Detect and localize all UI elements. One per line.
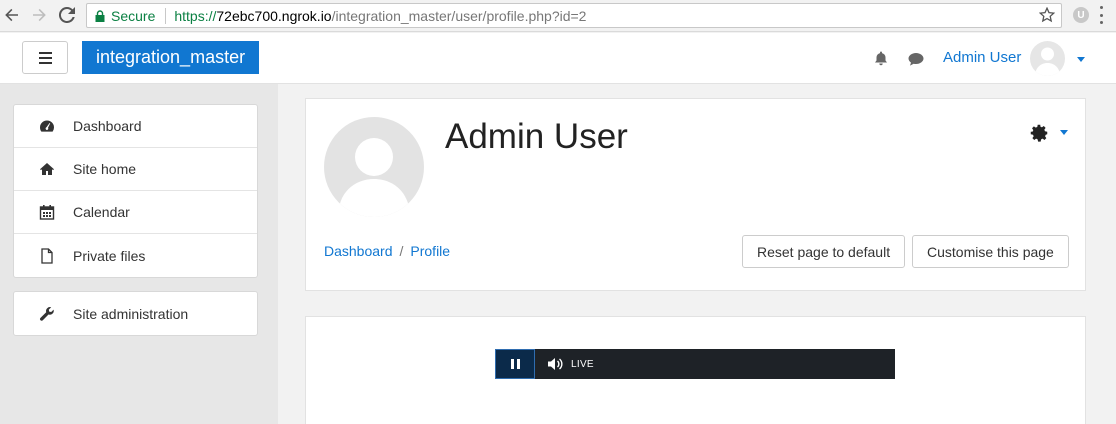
breadcrumb-separator: / bbox=[399, 243, 404, 259]
site-navbar: integration_master Admin User bbox=[0, 33, 1116, 84]
chat-icon[interactable] bbox=[907, 51, 925, 67]
settings-caret-icon[interactable] bbox=[1060, 130, 1068, 135]
breadcrumb-dashboard[interactable]: Dashboard bbox=[324, 243, 393, 259]
site-brand[interactable]: integration_master bbox=[82, 41, 260, 74]
nav-item-calendar[interactable]: Calendar bbox=[14, 191, 257, 234]
admin-nav: Site administration bbox=[13, 291, 258, 336]
reload-icon[interactable] bbox=[57, 5, 77, 25]
customise-page-button[interactable]: Customise this page bbox=[912, 235, 1069, 268]
volume-icon[interactable] bbox=[547, 357, 563, 371]
profile-picture bbox=[324, 117, 424, 217]
home-icon bbox=[38, 161, 56, 177]
nav-item-label: Site administration bbox=[73, 305, 189, 322]
live-indicator: LIVE bbox=[571, 358, 594, 370]
forward-icon[interactable] bbox=[29, 5, 49, 25]
address-bar[interactable]: Secure https://72ebc700.ngrok.io/integra… bbox=[86, 3, 1062, 28]
url-text: https://72ebc700.ngrok.io/integration_ma… bbox=[174, 7, 587, 24]
dashboard-icon bbox=[38, 118, 56, 134]
primary-nav: Dashboard Site home Calendar Private fil… bbox=[13, 104, 258, 278]
pause-button[interactable] bbox=[495, 349, 535, 379]
back-icon[interactable] bbox=[2, 5, 22, 25]
nav-item-site-administration[interactable]: Site administration bbox=[14, 292, 257, 335]
url-divider bbox=[165, 7, 167, 24]
pause-icon bbox=[510, 359, 520, 369]
extension-icon[interactable]: U bbox=[1073, 7, 1089, 23]
hamburger-menu-button[interactable] bbox=[22, 41, 68, 74]
breadcrumb-profile[interactable]: Profile bbox=[410, 243, 450, 259]
nav-item-label: Private files bbox=[73, 247, 146, 264]
breadcrumb: Dashboard / Profile bbox=[324, 243, 450, 259]
wrench-icon bbox=[38, 306, 56, 322]
bookmark-star-icon[interactable] bbox=[1039, 7, 1055, 23]
nav-item-private-files[interactable]: Private files bbox=[14, 234, 257, 277]
gear-icon[interactable] bbox=[1028, 122, 1050, 144]
user-avatar[interactable] bbox=[1030, 41, 1065, 76]
reset-page-button[interactable]: Reset page to default bbox=[742, 235, 906, 268]
nav-drawer: Dashboard Site home Calendar Private fil… bbox=[0, 84, 278, 424]
secure-label: Secure bbox=[111, 7, 156, 24]
file-icon bbox=[38, 247, 56, 264]
page-title: Admin User bbox=[445, 117, 628, 156]
nav-item-label: Site home bbox=[73, 161, 137, 177]
lock-icon bbox=[95, 9, 105, 22]
page-header: Admin User Dashboard / Profile Reset pag… bbox=[305, 98, 1086, 291]
user-menu-name[interactable]: Admin User bbox=[943, 49, 1021, 66]
bell-icon[interactable] bbox=[873, 50, 889, 66]
nav-item-label: Calendar bbox=[73, 204, 130, 220]
nav-item-site-home[interactable]: Site home bbox=[14, 148, 257, 191]
profile-content: LIVE bbox=[305, 316, 1086, 424]
browser-menu-icon[interactable] bbox=[1098, 6, 1104, 24]
nav-item-dashboard[interactable]: Dashboard bbox=[14, 105, 257, 148]
browser-toolbar: Secure https://72ebc700.ngrok.io/integra… bbox=[0, 0, 1116, 32]
nav-item-label: Dashboard bbox=[73, 118, 142, 134]
media-player: LIVE bbox=[495, 349, 895, 379]
calendar-icon bbox=[38, 204, 56, 220]
user-menu-caret-icon[interactable] bbox=[1077, 57, 1085, 62]
